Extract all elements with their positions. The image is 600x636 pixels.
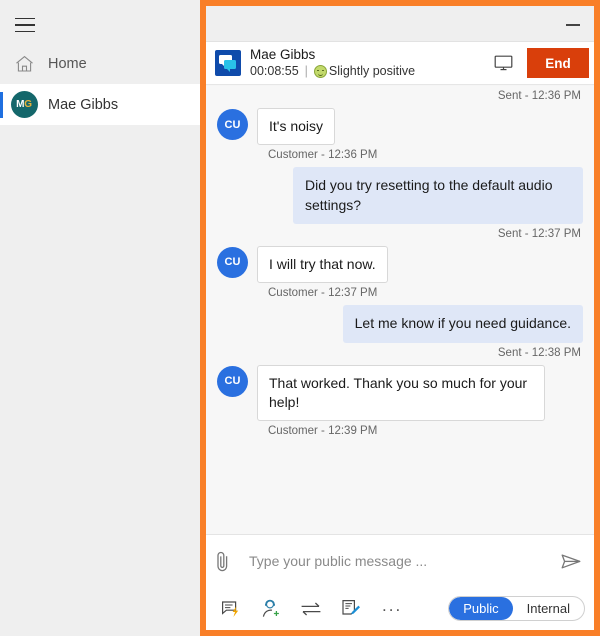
app-root: Home MG Mae Gibbs Mae Gibbs 00:08:55 | S… — [0, 0, 600, 636]
sidebar-item-label: Mae Gibbs — [48, 96, 119, 113]
message-row-incoming: CU It's noisy — [217, 105, 583, 146]
message-meta: Customer - 12:39 PM — [268, 425, 378, 438]
sidebar-item-home[interactable]: Home — [0, 43, 200, 84]
chat-bubbles-icon — [215, 50, 241, 76]
notes-icon[interactable] — [340, 598, 362, 620]
monitor-icon[interactable] — [494, 55, 513, 71]
call-duration: 00:08:55 — [250, 64, 299, 79]
message-row-outgoing: Did you try resetting to the default aud… — [217, 164, 583, 224]
sidebar: Home MG Mae Gibbs — [0, 0, 200, 636]
message-row-outgoing: Let me know if you need guidance. — [217, 302, 583, 343]
message-bubble: Did you try resetting to the default aud… — [293, 167, 583, 224]
toggle-option-public[interactable]: Public — [449, 597, 513, 620]
chat-window-titlebar — [206, 6, 594, 42]
minimize-icon[interactable] — [558, 16, 588, 34]
sidebar-item-label: Home — [48, 55, 87, 72]
composer-toolbar: ... Public Internal — [206, 587, 594, 630]
separator: | — [304, 64, 308, 79]
avatar-initial-first: M — [16, 99, 25, 110]
hamburger-bar — [15, 17, 35, 20]
message-bubble: It's noisy — [257, 108, 336, 146]
message-composer: ... Public Internal — [206, 534, 594, 630]
message-row-incoming: CU That worked. Thank you so much for yo… — [217, 362, 583, 422]
message-bubble: Let me know if you need guidance. — [342, 305, 583, 343]
more-options-icon[interactable]: ... — [382, 597, 402, 614]
message-bubble: I will try that now. — [257, 245, 388, 284]
hamburger-bar — [15, 30, 35, 33]
message-row-incoming: CU I will try that now. — [217, 243, 583, 284]
home-icon — [0, 55, 48, 73]
message-meta: Customer - 12:36 PM — [268, 149, 378, 162]
hamburger-bar — [15, 24, 35, 26]
chat-panel: Mae Gibbs 00:08:55 | Slightly positive E… — [200, 0, 600, 636]
visibility-toggle[interactable]: Public Internal — [448, 596, 585, 621]
message-bubble: That worked. Thank you so much for your … — [257, 364, 545, 422]
sidebar-item-mae-gibbs[interactable]: MG Mae Gibbs — [0, 84, 200, 125]
message-list[interactable]: Sent - 12:36 PM CU It's noisy Customer -… — [206, 86, 594, 534]
message-meta: Sent - 12:37 PM — [497, 227, 581, 240]
conversation-header: Mae Gibbs 00:08:55 | Slightly positive E… — [206, 42, 594, 85]
sentiment-label: Slightly positive — [328, 64, 416, 79]
message-status: Sent - 12:36 PM — [497, 90, 581, 102]
paperclip-icon[interactable] — [215, 550, 241, 573]
hamburger-menu-icon[interactable] — [12, 12, 42, 38]
composer-input-row — [206, 535, 594, 587]
quick-reply-icon[interactable] — [220, 598, 242, 620]
message-input[interactable] — [241, 553, 560, 569]
avatar-initials: MG — [10, 91, 38, 118]
toggle-option-internal[interactable]: Internal — [513, 597, 584, 620]
send-paper-plane-icon[interactable] — [560, 552, 583, 571]
add-agent-icon[interactable] — [260, 598, 282, 620]
transfer-icon[interactable] — [300, 598, 322, 620]
sentiment-badge: Slightly positive — [313, 64, 416, 79]
conversation-meta: Mae Gibbs 00:08:55 | Slightly positive — [250, 47, 494, 80]
avatar: MG — [0, 91, 48, 118]
message-meta: Customer - 12:37 PM — [268, 287, 378, 300]
avatar-initial-second: G — [24, 99, 32, 110]
avatar: CU — [217, 109, 248, 140]
slightly-positive-smiley-icon — [313, 65, 327, 79]
customer-name: Mae Gibbs — [250, 46, 316, 62]
end-chat-button[interactable]: End — [527, 48, 589, 78]
avatar: CU — [217, 365, 248, 397]
avatar: CU — [217, 246, 248, 278]
conversation-substatus: 00:08:55 | Slightly positive — [250, 64, 494, 79]
message-meta: Sent - 12:38 PM — [497, 346, 581, 359]
